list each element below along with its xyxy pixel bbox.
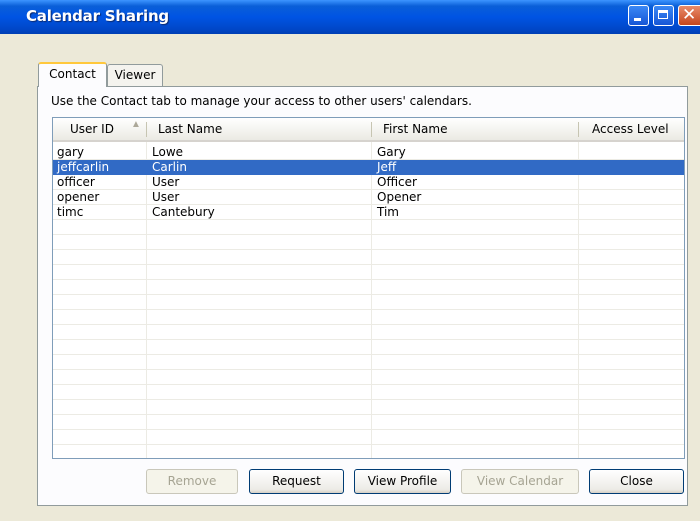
minimize-icon[interactable] — [628, 5, 649, 26]
cell-user-id: officer — [57, 175, 95, 189]
remove-button[interactable]: Remove — [146, 469, 238, 494]
tab-viewer[interactable]: Viewer — [107, 64, 163, 86]
column-header-first-name[interactable]: First Name — [383, 118, 447, 140]
cell-last-name: Cantebury — [152, 205, 215, 219]
cell-first-name: Tim — [377, 205, 399, 219]
table-row[interactable]: gary Lowe Gary — [53, 145, 684, 160]
request-button[interactable]: Request — [249, 469, 344, 494]
cell-first-name: Opener — [377, 190, 422, 204]
column-header-last-name[interactable]: Last Name — [158, 118, 222, 140]
sort-ascending-icon: ▲ — [131, 119, 141, 130]
column-header-user-id[interactable]: User ID — [70, 118, 114, 140]
cell-user-id: jeffcarlin — [57, 160, 110, 174]
cell-last-name: Carlin — [152, 160, 187, 174]
title-bar[interactable]: Calendar Sharing ✕ — [0, 0, 700, 34]
table-row[interactable]: officer User Officer — [53, 175, 684, 190]
table-header: User ID ▲ Last Name First Name Access Le… — [53, 118, 684, 142]
calendar-sharing-window: Calendar Sharing ✕ Contact Viewer Use th… — [0, 0, 700, 521]
cell-last-name: User — [152, 175, 180, 189]
cell-first-name: Officer — [377, 175, 417, 189]
users-table[interactable]: User ID ▲ Last Name First Name Access Le… — [52, 117, 685, 459]
table-row[interactable]: jeffcarlin Carlin Jeff — [53, 160, 684, 175]
cell-last-name: User — [152, 190, 180, 204]
cell-first-name: Jeff — [377, 160, 397, 174]
close-button[interactable]: Close — [589, 469, 684, 494]
cell-user-id: opener — [57, 190, 100, 204]
cell-user-id: timc — [57, 205, 84, 219]
view-calendar-button[interactable]: View Calendar — [461, 469, 579, 494]
cell-user-id: gary — [57, 145, 85, 159]
table-row[interactable]: timc Cantebury Tim — [53, 205, 684, 220]
window-title: Calendar Sharing — [26, 7, 169, 25]
table-row[interactable]: opener User Opener — [53, 190, 684, 205]
view-profile-button[interactable]: View Profile — [354, 469, 451, 494]
cell-last-name: Lowe — [152, 145, 184, 159]
close-window-icon[interactable]: ✕ — [678, 5, 700, 26]
tab-contact[interactable]: Contact — [38, 62, 107, 87]
cell-first-name: Gary — [377, 145, 406, 159]
maximize-icon[interactable] — [653, 5, 674, 26]
column-header-access-level[interactable]: Access Level — [592, 118, 669, 140]
tab-description: Use the Contact tab to manage your acces… — [51, 94, 472, 108]
